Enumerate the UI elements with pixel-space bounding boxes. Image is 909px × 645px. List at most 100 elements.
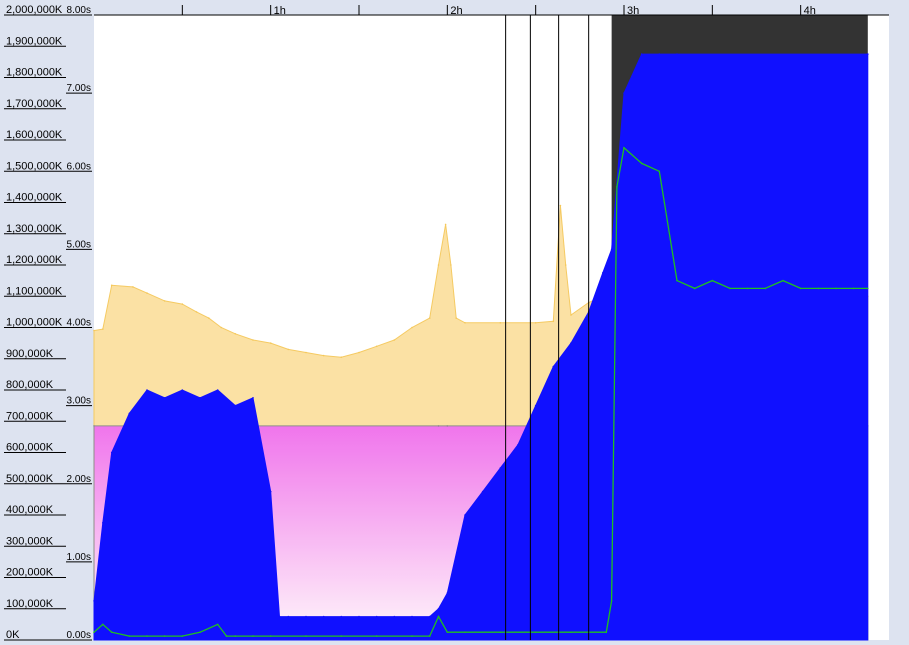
y-left-tick-label: 100,000K <box>6 598 54 610</box>
y-left-tick-label: 300,000K <box>6 535 54 547</box>
series-3-point <box>305 635 307 637</box>
series-3-point <box>437 615 440 618</box>
series-2-point <box>146 389 148 391</box>
y-left-tick-label: 1,400,000K <box>6 192 63 204</box>
series-3-point <box>711 279 714 282</box>
series-3-point <box>676 279 678 282</box>
y-left-tick-label: 600,000K <box>6 442 54 454</box>
series-3-point <box>570 631 572 633</box>
y-left-tick-label: 1,700,000K <box>6 98 63 110</box>
series-0-point <box>559 204 562 207</box>
series-3-point <box>658 170 661 173</box>
series-0-point <box>450 264 452 266</box>
series-0-point <box>444 223 447 226</box>
y-left-tick-label: 700,000K <box>6 410 54 422</box>
series-0-point <box>340 356 343 359</box>
series-3-point <box>110 631 113 633</box>
series-2-point <box>163 397 166 399</box>
series-3-point <box>102 623 104 626</box>
series-3-point <box>610 600 613 602</box>
series-3-point <box>729 287 731 290</box>
chart-window: 1h 2h 3h 4h 0K 100,000K 200,000K 300,000K 400,00… <box>0 0 909 645</box>
series-3-point <box>340 635 343 637</box>
y-left-tick-label: 900,000K <box>6 348 54 360</box>
series-3-point <box>252 635 254 637</box>
series-2-point <box>393 615 396 618</box>
y-right-tick-label: 0.00s <box>67 630 91 641</box>
series-0-point <box>437 264 440 266</box>
series-3-point <box>764 287 767 290</box>
series-3-point <box>199 631 201 633</box>
series-3-point <box>375 635 378 637</box>
series-2-point <box>602 272 604 274</box>
series-2-point <box>867 53 869 55</box>
y-left-tick-label: 200,000K <box>6 567 54 579</box>
y-left-tick-label: 1,300,000K <box>6 223 63 235</box>
y-right-tick-label: 4.00s <box>67 318 91 329</box>
series-0-point <box>358 351 360 354</box>
series-3-point <box>181 635 184 637</box>
series-2-point <box>499 467 502 469</box>
series-2-point <box>375 615 378 618</box>
series-2-point <box>446 592 449 594</box>
series-0-point <box>552 320 555 323</box>
series-2-point <box>658 53 661 55</box>
series-0-point <box>534 322 537 324</box>
y-left-tick-label: 1,600,000K <box>6 129 63 141</box>
series-0-point <box>163 300 166 302</box>
y-right-tick-label: 1.00s <box>67 552 91 563</box>
series-3-point <box>411 635 413 637</box>
series-3-point <box>146 635 148 637</box>
series-0-point <box>93 329 95 332</box>
series-0-point <box>393 339 396 341</box>
series-0-point <box>464 322 466 324</box>
y-left-tick-label: 1,900,000K <box>6 35 63 47</box>
y-left-tick-label: 1,100,000K <box>6 285 63 297</box>
series-0-point <box>181 303 184 305</box>
series-2-point <box>481 490 484 493</box>
series-0-point <box>411 326 413 329</box>
series-2-point <box>128 412 131 415</box>
series-0-point <box>570 314 572 316</box>
series-2-point <box>610 248 613 251</box>
series-2-point <box>199 397 201 399</box>
series-0-point <box>195 311 198 313</box>
series-0-point <box>234 333 237 335</box>
series-1-point <box>93 425 95 427</box>
series-2-point <box>322 615 325 618</box>
series-3-point <box>623 147 625 149</box>
series-3-point <box>693 287 696 290</box>
y-left-tick-label: 1,000,000K <box>6 317 63 329</box>
series-2-point <box>181 389 184 391</box>
y-left-tick-label: 2,000,000K <box>6 4 63 16</box>
series-0-point <box>499 322 502 324</box>
series-0-point <box>146 292 148 294</box>
series-2-point <box>640 53 643 55</box>
series-3-point <box>163 635 166 637</box>
series-2-point <box>623 92 625 94</box>
series-2-point <box>340 615 343 618</box>
series-0-point <box>564 264 567 266</box>
series-3-point <box>225 635 228 637</box>
y-left-tick-label: 800,000K <box>6 379 54 391</box>
series-0-point <box>428 317 431 319</box>
series-0-point <box>220 326 222 329</box>
series-2-point <box>411 615 413 618</box>
series-0-point <box>322 354 325 357</box>
series-3-point <box>746 287 749 290</box>
series-2-point <box>552 365 555 368</box>
series-3-point <box>817 287 820 290</box>
y-left-tick-label: 1,200,000K <box>6 254 63 266</box>
series-3-point <box>93 631 95 633</box>
series-0-point <box>102 328 104 330</box>
series-2-point <box>534 404 537 407</box>
series-0-point <box>287 348 290 351</box>
series-3-point <box>499 631 502 633</box>
series-2-point <box>110 451 113 454</box>
series-2-point <box>287 615 290 618</box>
y-right-tick-label: 8.00s <box>67 5 91 16</box>
series-3-point <box>128 635 131 637</box>
series-0-point <box>252 339 254 341</box>
series-3-point <box>867 287 869 290</box>
series-2-point <box>570 342 572 344</box>
